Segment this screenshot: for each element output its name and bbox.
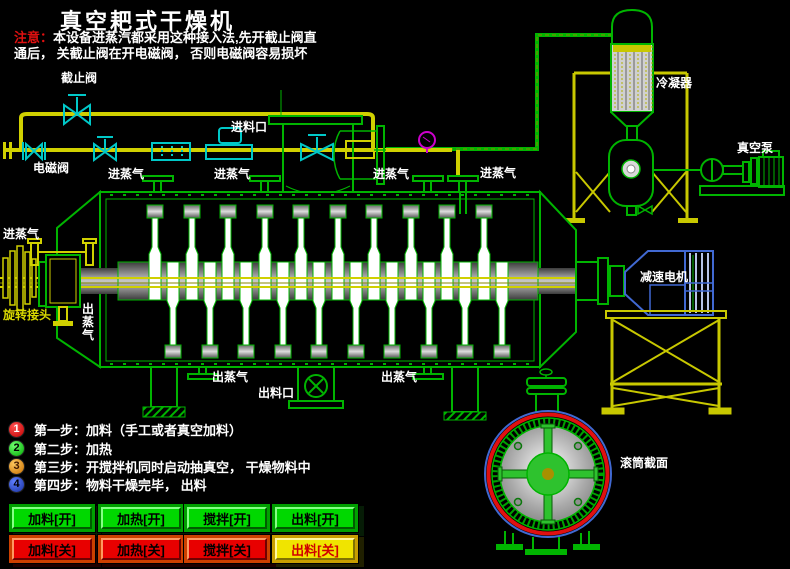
label-solenoid-valve: 电磁阀 xyxy=(33,161,70,175)
vapor-pipe xyxy=(386,33,612,151)
label-steam-out-1: 出蒸气 xyxy=(212,370,249,384)
step-item-3: 3 第三步：开搅拌机同时启动抽真空， 干燥物料中 xyxy=(8,457,311,475)
label-drum-section: 滚筒截面 xyxy=(620,456,669,470)
notice-line-2: 通后， 关截止阀在开电磁阀， 否则电磁阀容易损坏 xyxy=(14,46,308,61)
motor-stand xyxy=(601,310,732,415)
stop-valve-icon xyxy=(63,94,91,127)
label-steam-in-3: 进蒸气 xyxy=(373,167,410,181)
step-number-badge: 4 xyxy=(8,475,25,493)
label-steam-out-2: 出蒸气 xyxy=(381,370,418,384)
step-item-4: 4 第四步：物料干燥完毕， 出料 xyxy=(8,475,207,493)
heat-on-button[interactable]: 加热[开] xyxy=(97,503,185,533)
label-gear-motor: 减速电机 xyxy=(640,270,689,284)
label-steam-in-4: 进蒸气 xyxy=(480,166,517,180)
feed-box xyxy=(268,90,386,197)
step-text: 第三步：开搅拌机同时启动抽真空， 干燥物料中 xyxy=(34,459,311,475)
check-valve-icon xyxy=(22,141,46,162)
discharge-on-button[interactable]: 出料[开] xyxy=(271,503,359,533)
label-discharge-port: 出料口 xyxy=(258,386,295,400)
label-steam-in-5: 进蒸气 xyxy=(3,227,40,241)
step-item-2: 2 第二步：加热 xyxy=(8,439,113,457)
label-rotary-joint: 旋转接头 xyxy=(3,308,52,322)
label-condenser: 冷凝器 xyxy=(656,76,693,90)
step-text: 第四步：物料干燥完毕， 出料 xyxy=(34,477,207,493)
heat-off-button[interactable]: 加热[关] xyxy=(97,534,185,564)
label-stop-valve: 截止阀 xyxy=(61,71,98,85)
dryer-drum xyxy=(0,175,598,421)
label-steam-in-2: 进蒸气 xyxy=(214,167,251,181)
label-feed-port: 进料口 xyxy=(231,120,268,134)
step-text: 第一步：加料（手工或者真空加料） xyxy=(34,422,243,438)
manual-valve-icon xyxy=(300,134,334,162)
step-item-1: 1 第一步：加料（手工或者真空加料） xyxy=(8,420,243,438)
stir-off-button[interactable]: 搅拌[关] xyxy=(183,534,271,564)
step-text: 第二步：加热 xyxy=(34,441,113,457)
drain-valve-icon xyxy=(637,204,653,216)
discharge-off-button[interactable]: 出料[关] xyxy=(271,534,359,564)
feed-on-button[interactable]: 加料[开] xyxy=(8,503,96,533)
separator-vessel xyxy=(608,139,654,216)
step-number-badge: 1 xyxy=(8,420,25,438)
label-vacuum-pump: 真空泵 xyxy=(737,141,774,155)
stir-on-button[interactable]: 搅拌[开] xyxy=(183,503,271,533)
feed-off-button[interactable]: 加料[关] xyxy=(8,534,96,564)
label-steam-in-1: 进蒸气 xyxy=(108,167,145,181)
condenser-vessel xyxy=(610,8,654,141)
label-steam-out-vertical: 出蒸气 xyxy=(82,302,95,342)
hmi-screen: 真空耙式干燥机 注意：本设备进蒸汽都采用这种接入法,先开截止阀直 通后， 关截止… xyxy=(0,0,790,569)
discharge-valve-icon xyxy=(288,366,344,409)
step-number-badge: 2 xyxy=(8,439,25,457)
steam-inlet-piping xyxy=(3,94,460,177)
drum-cross-section xyxy=(484,368,612,555)
step-number-badge: 3 xyxy=(8,457,25,475)
